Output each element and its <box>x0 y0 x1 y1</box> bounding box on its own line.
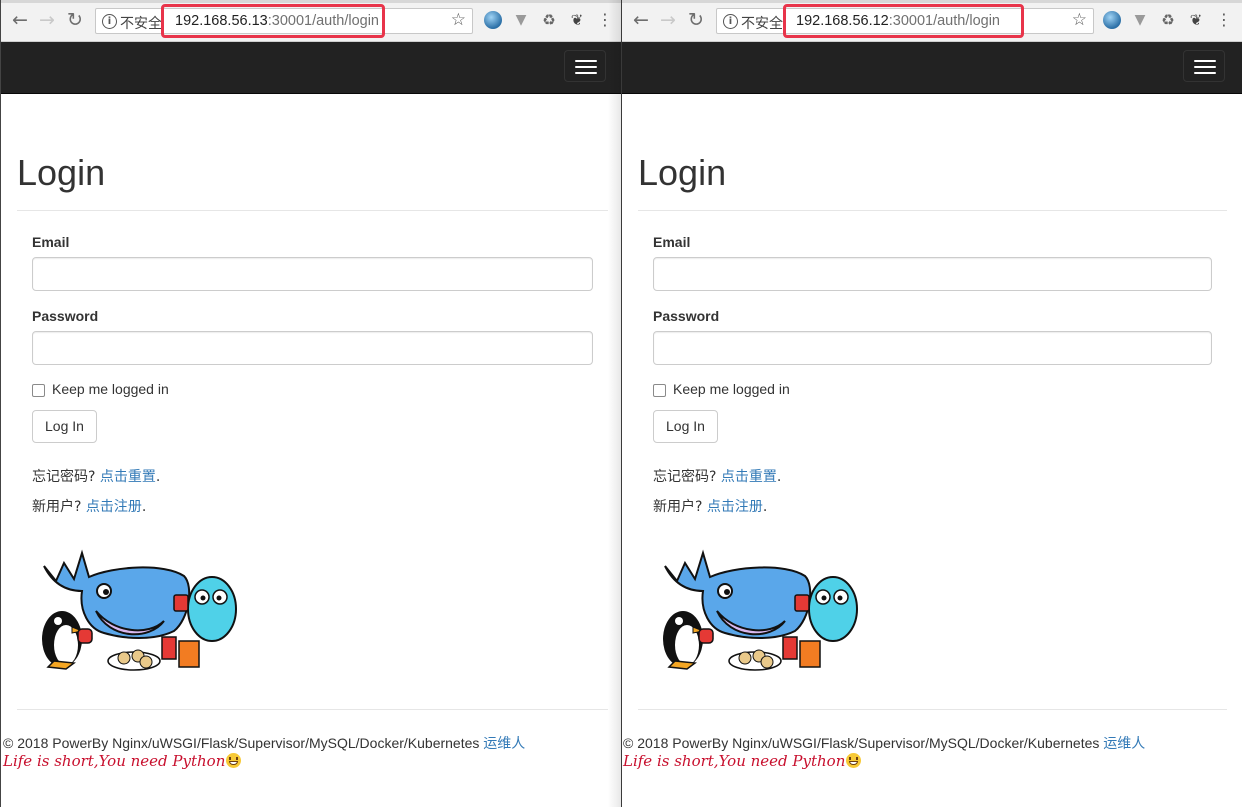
url-host: 192.168.56.13 <box>175 13 268 29</box>
footer: © 2018 PowerBy Nginx/uWSGI/Flask/Supervi… <box>3 733 525 753</box>
url-text[interactable]: 192.168.56.12:30001/auth/login <box>796 13 1000 29</box>
email-label: Email <box>32 234 70 250</box>
tab-strip <box>622 0 1242 3</box>
info-icon[interactable]: i <box>723 14 738 29</box>
register-line: 新用户? 点击注册. <box>32 496 146 516</box>
footer-divider <box>17 709 608 710</box>
register-link[interactable]: 点击注册 <box>707 499 763 515</box>
address-bar[interactable]: i 不安全 192.168.56.13:30001/auth/login ☆ <box>95 4 473 38</box>
title-divider <box>17 210 608 211</box>
period: . <box>141 499 147 515</box>
forward-icon[interactable]: → <box>36 9 58 31</box>
star-icon[interactable]: ☆ <box>451 10 466 30</box>
login-button[interactable]: Log In <box>32 410 97 443</box>
browser-window-left: ← → ↻ i 不安全 192.168.56.13:30001/auth/log… <box>0 0 622 807</box>
email-field[interactable] <box>32 257 593 291</box>
hamburger-icon[interactable] <box>564 50 606 82</box>
penguin <box>42 611 93 670</box>
remember-checkbox[interactable] <box>32 384 45 397</box>
register-link[interactable]: 点击注册 <box>86 499 142 515</box>
password-label: Password <box>653 308 720 324</box>
docker-go-penguin-illustration <box>663 549 858 671</box>
slogan: Life is short,You need Python <box>623 752 862 770</box>
slogan-text: Life is short,You need Python <box>623 752 846 770</box>
snacks <box>107 636 200 671</box>
reset-password-link[interactable]: 点击重置 <box>721 469 777 485</box>
forgot-prefix: 忘记密码? <box>32 469 100 485</box>
info-icon[interactable]: i <box>102 14 117 29</box>
back-icon[interactable]: ← <box>9 9 31 31</box>
new-user-prefix: 新用户? <box>653 499 707 515</box>
globe-extension-icon[interactable] <box>484 11 502 29</box>
security-label: 不安全 <box>120 16 162 32</box>
register-line: 新用户? 点击注册. <box>653 496 767 516</box>
url-text[interactable]: 192.168.56.13:30001/auth/login <box>175 13 379 29</box>
page-navbar <box>1 42 622 94</box>
vue-extension-icon[interactable]: ▼ <box>512 11 530 29</box>
page-title: Login <box>17 152 106 193</box>
password-field[interactable] <box>32 331 593 365</box>
reload-icon[interactable]: ↻ <box>685 9 707 31</box>
footer-divider <box>638 709 1227 710</box>
reload-icon[interactable]: ↻ <box>64 9 86 31</box>
snacks <box>728 636 821 671</box>
star-icon[interactable]: ☆ <box>1072 10 1087 30</box>
address-bar[interactable]: i 不安全 192.168.56.12:30001/auth/login ☆ <box>716 4 1094 38</box>
recycle-extension-icon[interactable]: ♻ <box>540 11 558 29</box>
new-user-prefix: 新用户? <box>32 499 86 515</box>
forgot-password-line: 忘记密码? 点击重置. <box>32 466 160 486</box>
footer: © 2018 PowerBy Nginx/uWSGI/Flask/Supervi… <box>623 733 1145 753</box>
slogan-text: Life is short,You need Python <box>3 752 226 770</box>
password-field[interactable] <box>653 331 1212 365</box>
browser-window-right: ← → ↻ i 不安全 192.168.56.12:30001/auth/log… <box>622 0 1242 807</box>
period: . <box>762 499 768 515</box>
evernote-extension-icon[interactable]: ❦ <box>568 11 586 29</box>
recycle-extension-icon[interactable]: ♻ <box>1159 11 1177 29</box>
hamburger-icon[interactable] <box>1183 50 1225 82</box>
page-navbar <box>622 42 1242 94</box>
reset-password-link[interactable]: 点击重置 <box>100 469 156 485</box>
menu-dots-icon[interactable]: ⋮ <box>1215 11 1233 29</box>
back-icon[interactable]: ← <box>630 9 652 31</box>
email-field[interactable] <box>653 257 1212 291</box>
footer-link[interactable]: 运维人 <box>1103 736 1145 752</box>
globe-extension-icon[interactable] <box>1103 11 1121 29</box>
password-label: Password <box>32 308 99 324</box>
vue-extension-icon[interactable]: ▼ <box>1131 11 1149 29</box>
period: . <box>776 469 782 485</box>
forward-icon[interactable]: → <box>657 9 679 31</box>
browser-toolbar: ← → ↻ i 不安全 192.168.56.12:30001/auth/log… <box>622 0 1242 42</box>
url-path: :30001/auth/login <box>888 13 1000 29</box>
slogan: Life is short,You need Python <box>3 752 242 770</box>
security-label: 不安全 <box>741 16 783 32</box>
remember-label[interactable]: Keep me logged in <box>52 381 169 397</box>
grin-emoji-icon <box>226 753 242 768</box>
page-title: Login <box>638 152 727 193</box>
forgot-password-line: 忘记密码? 点击重置. <box>653 466 781 486</box>
evernote-extension-icon[interactable]: ❦ <box>1187 11 1205 29</box>
title-divider <box>638 210 1227 211</box>
browser-toolbar: ← → ↻ i 不安全 192.168.56.13:30001/auth/log… <box>1 0 622 42</box>
menu-dots-icon[interactable]: ⋮ <box>596 11 614 29</box>
period: . <box>155 469 161 485</box>
url-host: 192.168.56.12 <box>796 13 889 29</box>
footer-link[interactable]: 运维人 <box>483 736 525 752</box>
forgot-prefix: 忘记密码? <box>653 469 721 485</box>
docker-go-penguin-illustration <box>42 549 237 671</box>
grin-emoji-icon <box>846 753 862 768</box>
email-label: Email <box>653 234 691 250</box>
penguin <box>663 611 714 670</box>
remember-label[interactable]: Keep me logged in <box>673 381 790 397</box>
tab-strip <box>1 0 622 3</box>
login-button[interactable]: Log In <box>653 410 718 443</box>
url-path: :30001/auth/login <box>267 13 379 29</box>
remember-checkbox[interactable] <box>653 384 666 397</box>
footer-text: © 2018 PowerBy Nginx/uWSGI/Flask/Supervi… <box>623 735 1104 751</box>
footer-text: © 2018 PowerBy Nginx/uWSGI/Flask/Supervi… <box>3 735 484 751</box>
